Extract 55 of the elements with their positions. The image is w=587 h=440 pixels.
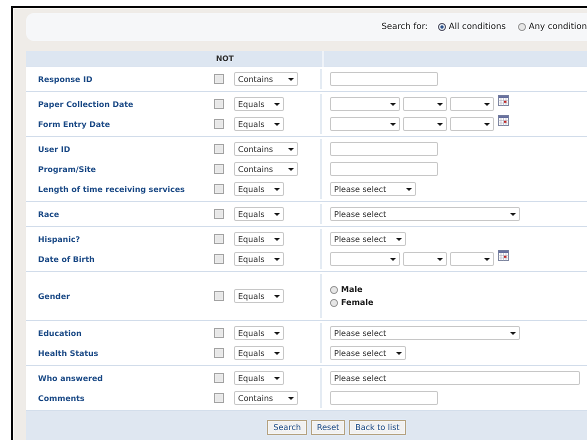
not-checkbox[interactable] [214, 144, 224, 154]
not-checkbox[interactable] [214, 184, 224, 194]
operator-dropdown[interactable]: Equals [234, 289, 284, 303]
operator-dropdown[interactable]: Contains [234, 72, 298, 86]
operator-dropdown[interactable]: Equals [234, 252, 284, 266]
text-field[interactable] [330, 391, 438, 405]
value-dropdown[interactable]: Please select [330, 326, 520, 340]
search-for-label: Search for: [381, 22, 428, 32]
not-checkbox[interactable] [214, 373, 224, 383]
text-field[interactable] [330, 142, 438, 156]
not-checkbox[interactable] [214, 74, 224, 84]
operator-dropdown[interactable]: Equals [234, 207, 284, 221]
gender-radio[interactable]: Male [330, 285, 374, 294]
operator-dropdown[interactable]: Contains [234, 391, 298, 405]
not-checkbox[interactable] [214, 119, 224, 129]
form-button[interactable]: Search [267, 420, 307, 435]
value-dropdown[interactable]: Please select [330, 346, 406, 360]
operator-dropdown[interactable]: Contains [234, 142, 298, 156]
month-dropdown[interactable] [330, 252, 400, 266]
value-dropdown[interactable]: Please select [330, 207, 520, 221]
calendar-icon[interactable] [498, 115, 509, 126]
day-dropdown[interactable] [403, 252, 447, 266]
not-checkbox[interactable] [214, 209, 224, 219]
operator-dropdown[interactable]: Equals [234, 117, 284, 131]
not-checkbox[interactable] [214, 328, 224, 338]
text-field[interactable] [330, 72, 438, 86]
day-dropdown[interactable] [403, 117, 447, 131]
condition-radio[interactable]: All conditions [438, 22, 506, 32]
not-checkbox[interactable] [214, 291, 224, 301]
month-dropdown[interactable] [330, 97, 400, 111]
not-checkbox[interactable] [214, 99, 224, 109]
value-dropdown[interactable]: Please select [330, 232, 406, 246]
operator-dropdown[interactable]: Equals [234, 97, 284, 111]
operator-dropdown[interactable]: Equals [234, 346, 284, 360]
gender-radio[interactable]: Female [330, 298, 374, 307]
month-dropdown[interactable] [330, 117, 400, 131]
not-checkbox[interactable] [214, 164, 224, 174]
form-button[interactable]: Back to list [349, 420, 406, 435]
operator-dropdown[interactable]: Equals [234, 371, 284, 385]
condition-radio[interactable]: Any condition [518, 22, 587, 32]
value-dropdown[interactable]: Please select [330, 182, 416, 196]
not-checkbox[interactable] [214, 393, 224, 403]
text-field[interactable]: Please select [330, 371, 580, 385]
not-checkbox[interactable] [214, 234, 224, 244]
not-checkbox[interactable] [214, 254, 224, 264]
day-dropdown[interactable] [403, 97, 447, 111]
calendar-icon[interactable] [498, 95, 509, 106]
operator-dropdown[interactable]: Equals [234, 182, 284, 196]
form-button[interactable]: Reset [310, 420, 346, 435]
operator-dropdown[interactable]: Equals [234, 326, 284, 340]
operator-dropdown[interactable]: Equals [234, 232, 284, 246]
not-checkbox[interactable] [214, 348, 224, 358]
operator-dropdown[interactable]: Contains [234, 162, 298, 176]
text-field[interactable] [330, 162, 438, 176]
calendar-icon[interactable] [498, 250, 509, 261]
